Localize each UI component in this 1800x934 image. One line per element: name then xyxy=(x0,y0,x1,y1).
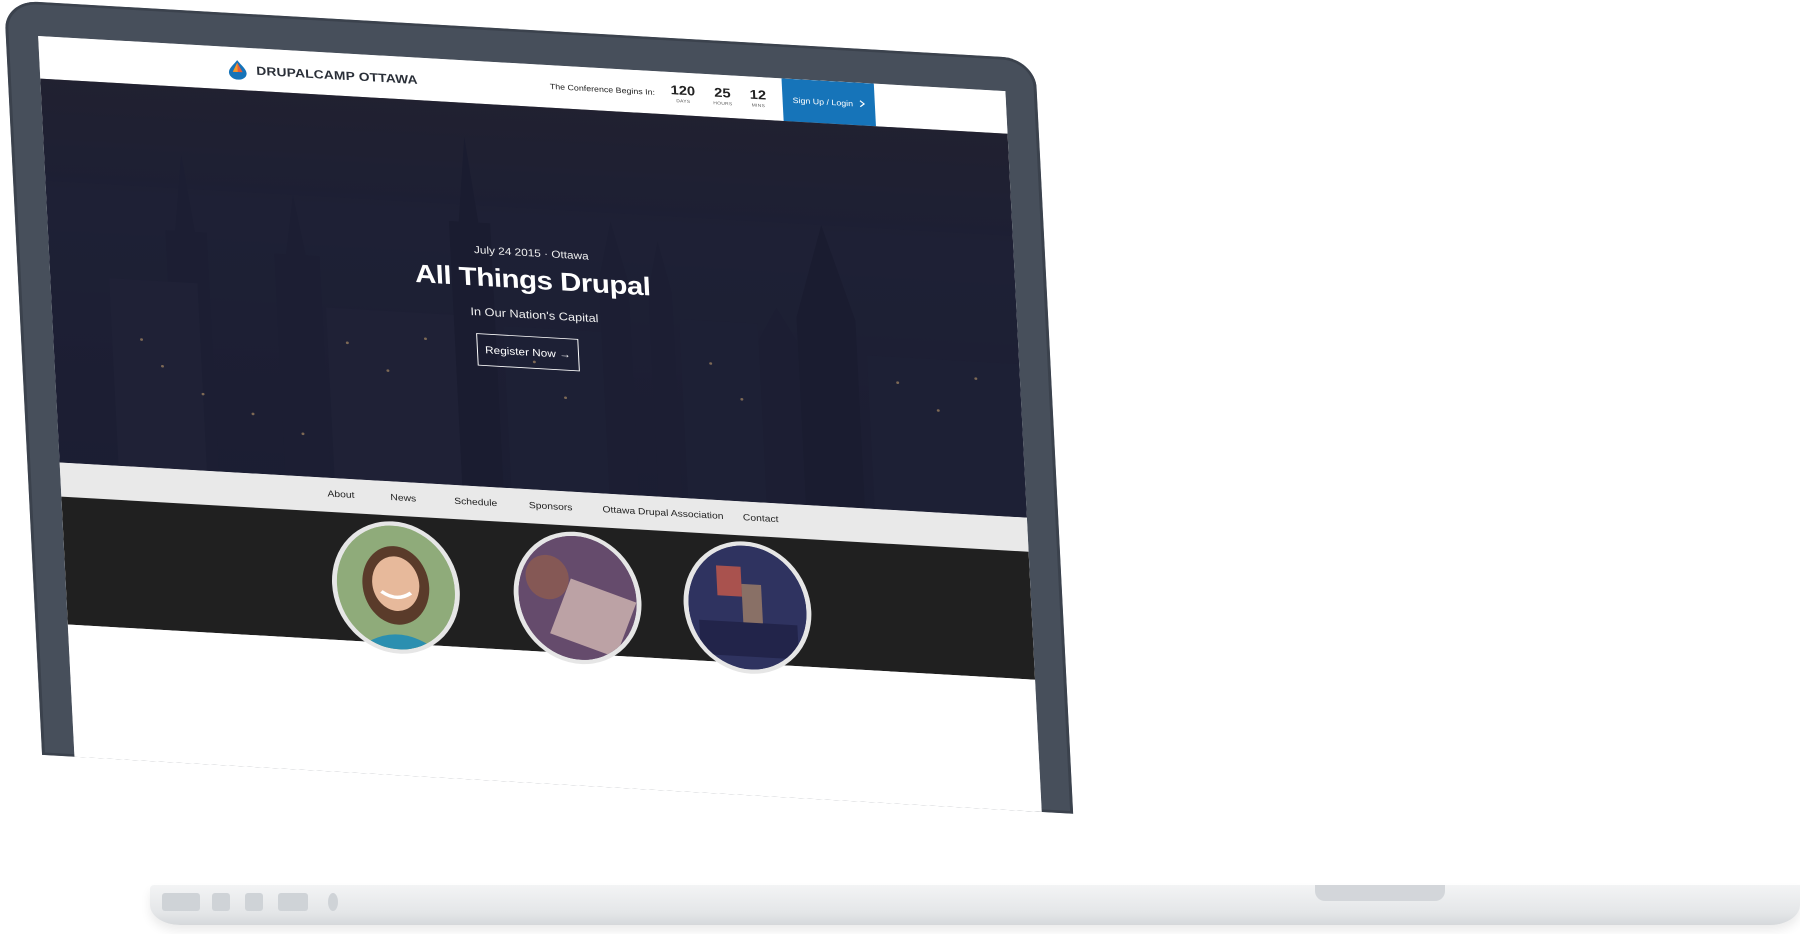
laptop-port xyxy=(162,893,200,911)
register-now-button[interactable]: Register Now → xyxy=(476,333,580,372)
countdown-mins: 12 MINS xyxy=(749,87,767,109)
countdown-value: 25 xyxy=(713,85,731,101)
laptop-port xyxy=(212,893,230,911)
countdown-hours: 25 HOURS xyxy=(712,85,733,107)
hero-banner: July 24 2015 · Ottawa All Things Drupal … xyxy=(40,78,1027,518)
countdown-caption: DAYS xyxy=(676,98,691,105)
chevron-right-icon xyxy=(859,99,865,109)
nav-item-news[interactable]: News xyxy=(390,492,416,504)
laptop-screen: DRUPALCAMP OTTAWA The Conference Begins … xyxy=(4,0,1122,817)
nav-item-schedule[interactable]: Schedule xyxy=(454,496,498,509)
countdown-label: The Conference Begins In: xyxy=(549,82,656,97)
countdown-caption: HOURS xyxy=(713,100,733,107)
nav-item-ottawa-drupal-association[interactable]: Ottawa Drupal Association xyxy=(602,504,723,521)
countdown-caption: MINS xyxy=(751,102,766,109)
nav-item-contact[interactable]: Contact xyxy=(743,512,779,524)
laptop-port xyxy=(328,893,338,911)
nav-item-sponsors[interactable]: Sponsors xyxy=(529,500,573,513)
website-display: DRUPALCAMP OTTAWA The Conference Begins … xyxy=(38,35,1042,812)
signup-login-button[interactable]: Sign Up / Login xyxy=(781,78,876,127)
signup-label: Sign Up / Login xyxy=(792,95,854,108)
laptop-notch xyxy=(1315,885,1445,901)
site-logo[interactable]: DRUPALCAMP OTTAWA xyxy=(227,59,418,90)
drupal-drop-logo-icon xyxy=(227,59,248,81)
laptop-port xyxy=(245,893,263,911)
countdown-days: 120 DAYS xyxy=(670,82,696,105)
countdown-value: 12 xyxy=(749,87,767,103)
laptop-base xyxy=(150,885,1800,925)
laptop-port xyxy=(278,893,308,911)
logo-text: DRUPALCAMP OTTAWA xyxy=(255,63,419,87)
nav-item-about[interactable]: About xyxy=(327,489,354,501)
countdown-value: 120 xyxy=(670,82,696,99)
